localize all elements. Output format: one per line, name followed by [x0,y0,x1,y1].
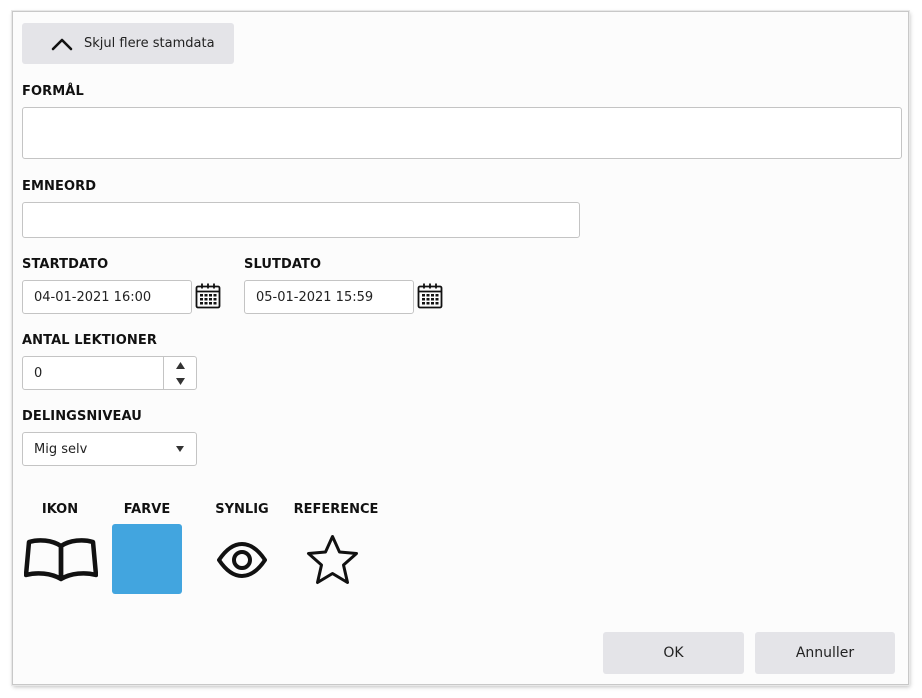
sharing-select[interactable]: Mig selv [22,432,197,466]
calendar-icon[interactable] [195,283,221,309]
sharing-label: DELINGSNIVEAU [22,409,142,424]
sharing-selected-value: Mig selv [34,441,88,457]
ok-button[interactable]: OK [603,632,744,674]
keywords-label: EMNEORD [22,179,97,194]
lessons-stepper[interactable]: 0 [22,356,197,390]
cancel-button[interactable]: Annuller [755,632,895,674]
triangle-up-icon [175,361,185,369]
reference-column-label: REFERENCE [293,502,379,517]
lessons-value: 0 [34,365,43,381]
color-column-label: FARVE [123,502,171,517]
calendar-icon[interactable] [417,283,443,309]
keywords-field[interactable] [22,202,580,238]
purpose-field[interactable] [22,107,902,159]
icon-column-label: IKON [41,502,79,517]
color-swatch[interactable] [112,524,182,594]
end-date-label: SLUTDATO [244,257,322,272]
triangle-down-icon [175,377,185,385]
eye-icon[interactable] [217,540,267,580]
toggle-label: Skjul flere stamdata [84,36,215,51]
decrement-button[interactable] [164,373,196,389]
purpose-label: FORMÅL [22,84,84,99]
visible-column-label: SYNLIG [215,502,269,517]
chevron-up-icon [51,38,73,50]
end-date-input[interactable]: 05-01-2021 15:59 [244,280,414,314]
increment-button[interactable] [164,357,196,373]
lessons-label: ANTAL LEKTIONER [22,333,157,348]
toggle-more-stamdata-button[interactable]: Skjul flere stamdata [22,23,234,64]
stamdata-dialog: Skjul flere stamdata FORMÅL EMNEORD STAR… [12,11,909,685]
stepper-buttons [163,357,196,389]
open-book-icon[interactable] [24,537,98,583]
start-date-input[interactable]: 04-01-2021 16:00 [22,280,192,314]
star-outline-icon[interactable] [305,534,360,586]
dropdown-arrow-icon [176,446,184,452]
start-date-label: STARTDATO [22,257,109,272]
